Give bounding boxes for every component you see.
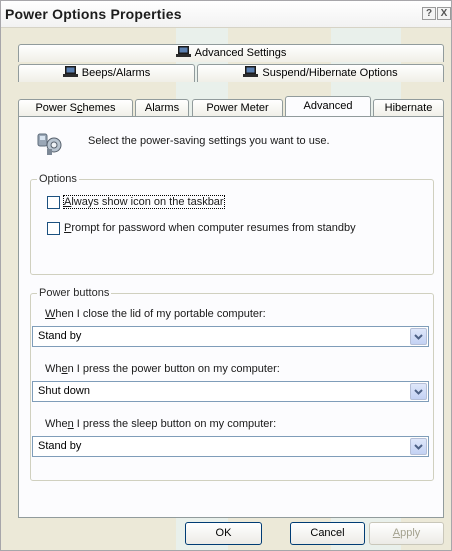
power-button-action-select[interactable]: Shut down: [32, 381, 429, 402]
tab-advanced-settings-label: Advanced Settings: [194, 47, 287, 59]
power-options-dialog: Power Options Properties ? X Advanced Se…: [0, 0, 452, 551]
chevron-down-icon[interactable]: [410, 383, 427, 400]
tab-power-meter[interactable]: Power Meter: [192, 99, 283, 117]
laptop-icon: [62, 66, 78, 82]
window-title: Power Options Properties: [5, 6, 182, 22]
options-legend: Options: [37, 173, 79, 185]
power-buttons-legend: Power buttons: [37, 287, 112, 299]
prompt-password-label[interactable]: Prompt for password when computer resume…: [64, 222, 356, 234]
lid-action-select[interactable]: Stand by: [32, 326, 429, 347]
tab-advanced-label: Advanced: [303, 100, 353, 112]
intro-text: Select the power-saving settings you wan…: [88, 135, 330, 147]
power-button-action-value: Shut down: [38, 385, 90, 397]
apply-button[interactable]: Apply: [369, 522, 444, 545]
power-settings-icon: [35, 128, 65, 161]
tab-hibernate-label: Hibernate: [384, 102, 433, 114]
show-icon-checkbox[interactable]: [47, 196, 60, 209]
tab-advanced[interactable]: Advanced: [285, 96, 371, 116]
laptop-icon: [175, 46, 191, 62]
tab-alarms-label: Alarms: [144, 102, 180, 114]
ok-button[interactable]: OK: [185, 522, 262, 545]
sleep-button-action-value: Stand by: [38, 440, 82, 452]
options-group: Options Always show icon on the taskbar …: [30, 173, 434, 275]
prompt-password-checkbox[interactable]: [47, 222, 60, 235]
chevron-down-icon[interactable]: [410, 438, 427, 455]
advanced-tab-panel: Select the power-saving settings you wan…: [18, 116, 444, 518]
sleep-button-action-select[interactable]: Stand by: [32, 436, 429, 457]
tab-suspend-hibernate-options[interactable]: Suspend/Hibernate Options: [197, 64, 444, 82]
tab-power-schemes-label: Power Schemes: [35, 102, 116, 114]
chevron-down-icon[interactable]: [410, 328, 427, 345]
show-icon-label[interactable]: Always show icon on the taskbar: [63, 195, 225, 209]
tab-alarms[interactable]: Alarms: [135, 99, 189, 117]
sleep-button-action-label: When I press the sleep button on my comp…: [45, 418, 277, 430]
help-button[interactable]: ?: [422, 7, 436, 20]
lid-action-value: Stand by: [38, 330, 82, 342]
cancel-button[interactable]: Cancel: [290, 522, 365, 545]
tab-power-meter-label: Power Meter: [206, 102, 269, 114]
power-buttons-group: Power buttons When I close the lid of my…: [30, 287, 434, 481]
laptop-icon: [243, 66, 259, 82]
tab-suspend-hibernate-label: Suspend/Hibernate Options: [262, 67, 398, 79]
tab-power-schemes[interactable]: Power Schemes: [18, 99, 133, 117]
lid-action-label: When I close the lid of my portable comp…: [45, 308, 266, 320]
power-button-action-label: When I press the power button on my comp…: [45, 363, 280, 375]
tab-beeps-alarms[interactable]: Beeps/Alarms: [18, 64, 195, 82]
tab-hibernate[interactable]: Hibernate: [373, 99, 444, 117]
title-bar[interactable]: Power Options Properties ? X: [1, 1, 451, 28]
tab-beeps-alarms-label: Beeps/Alarms: [81, 67, 151, 79]
tab-advanced-settings[interactable]: Advanced Settings: [18, 44, 444, 62]
close-button[interactable]: X: [437, 7, 451, 20]
